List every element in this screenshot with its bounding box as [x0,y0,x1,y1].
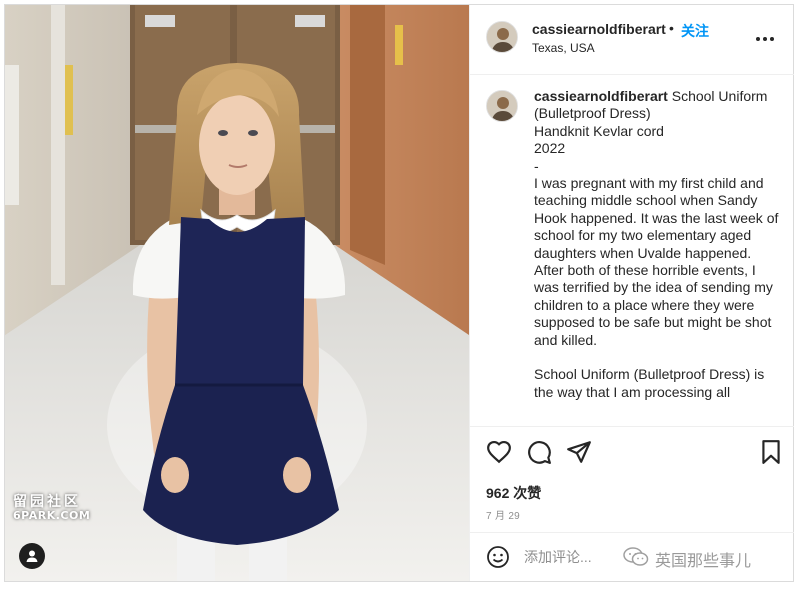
caption-avatar[interactable] [486,90,518,122]
caption-username[interactable]: cassiearnoldfiberart [534,88,668,104]
post-date: 7 月 29 [486,511,521,522]
avatar[interactable] [486,21,518,53]
instagram-post: 留园社区 6PARK.COM cassiearnoldfiberart • 关注 [4,4,794,582]
caption-area: cassiearnoldfiberart School Uniform (Bul… [470,76,794,426]
header-separator: • [669,20,674,36]
watermark-cn: 留园社区 [13,494,81,510]
bookmark-icon[interactable] [758,439,784,465]
caption-line-1: cassiearnoldfiberart School Uniform (Bul… [534,88,780,123]
caption-body: I was pregnant with my first child and t… [534,175,779,348]
emoji-icon[interactable] [486,545,510,569]
comment-icon[interactable] [526,439,552,465]
comment-bar: 英国那些事儿 [470,532,794,581]
post-header: cassiearnoldfiberart • 关注 Texas, USA [470,5,794,75]
follow-button[interactable]: 关注 [681,21,709,41]
brand-watermark: 英国那些事儿 [623,547,751,571]
caption-material: Handknit Kevlar cord [534,122,664,139]
caption-gap [534,349,780,366]
caption-text: cassiearnoldfiberart School Uniform (Bul… [534,88,780,401]
share-icon[interactable] [566,439,592,465]
more-options-icon[interactable] [754,29,776,49]
post-actions: 962 次赞 7 月 29 [470,426,794,532]
user-tag-icon[interactable] [19,543,45,569]
header-username[interactable]: cassiearnoldfiberart [532,21,666,37]
heart-icon[interactable] [486,439,512,465]
caption-dash: - [534,157,539,174]
watermark-en: 6PARK.COM [13,508,91,522]
post-photo[interactable]: 留园社区 6PARK.COM [5,5,469,581]
brand-name: 英国那些事儿 [655,551,752,570]
caption-body-continued: School Uniform (Bulletproof Dress) is th… [534,366,765,400]
location-link[interactable]: Texas, USA [532,41,595,55]
post-sidebar: cassiearnoldfiberart • 关注 Texas, USA cas… [469,5,794,581]
site-watermark: 留园社区 6PARK.COM [13,495,90,521]
caption-year: 2022 [534,140,566,157]
wechat-icon [623,547,649,571]
like-count[interactable]: 962 次赞 [486,483,541,503]
